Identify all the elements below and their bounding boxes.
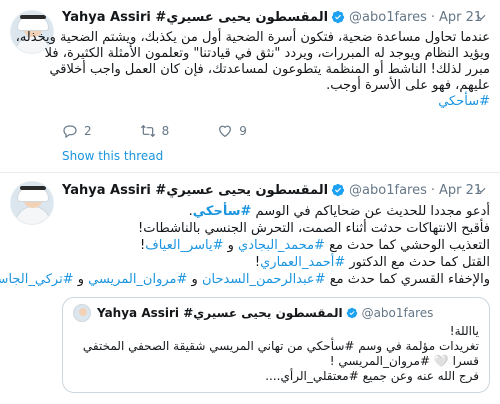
quoted-line: يااللة! (449, 324, 479, 338)
hashtag-link[interactable]: #مروان_المريسي (88, 272, 187, 287)
like-button[interactable]: 9 (217, 123, 247, 139)
like-icon (219, 125, 232, 138)
quoted-line: قسرا 🤍 #مروان_المريسي ! (329, 354, 479, 368)
separator-dot: · (430, 9, 436, 25)
hashtag-link[interactable]: #تركي_الجاسر (0, 272, 74, 287)
line-text: التعذيب الوحشي كما حدث مع (324, 238, 490, 253)
tweet-text: أدعو مجددا للحديث عن ضحاياكم في الوسم #س… (0, 203, 490, 288)
reply-count: 2 (84, 124, 92, 138)
hashtag-link[interactable]: #عبدالرحمن_السدحان (202, 272, 326, 287)
tweet-header: Yahya Assiri #المقسطون يحيى عسيري @abo1f… (62, 181, 482, 199)
avatar[interactable] (10, 181, 54, 225)
quoted-avatar (73, 304, 91, 322)
tweet-text: عندما تحاول مساعدة ضحية، فتكون أسرة الضح… (15, 30, 490, 110)
like-count: 9 (239, 124, 247, 138)
separator-dot: · (430, 182, 436, 198)
retweet-icon (140, 124, 155, 138)
line-text: والإخفاء القسري كما حدث مع (325, 272, 490, 287)
tweet-line: أدعو مجددا للحديث عن ضحاياكم في الوسم #س… (62, 203, 490, 220)
quoted-author-handle: @abo1fares (361, 306, 434, 320)
reply-button[interactable]: 2 (62, 123, 92, 139)
tweet-line: القتل كما حدث مع الدكتور #أحمد_العماري! (62, 254, 490, 271)
author-handle[interactable]: @abo1fares (349, 183, 427, 198)
caret-down-icon[interactable] (474, 10, 488, 24)
quoted-line: تغريدات مؤلمة في وسم #سأحكي من تهاني الم… (82, 339, 479, 353)
tweet-header: Yahya Assiri #المقسطون يحيى عسيري @abo1f… (62, 8, 482, 26)
verified-icon (331, 10, 345, 24)
author-name[interactable]: Yahya Assiri #المقسطون يحيى عسيري (62, 183, 328, 198)
verified-icon (331, 183, 345, 197)
tweet-1[interactable]: Yahya Assiri #المقسطون يحيى عسيري @abo1f… (0, 0, 500, 172)
quoted-author-name: Yahya Assiri #المقسطون يحيى عسيري (97, 306, 343, 320)
hashtag-link[interactable]: #سأحكي (62, 94, 490, 110)
tweet-line: عندما تحاول مساعدة ضحية، فتكون أسرة الضح… (15, 30, 490, 45)
tweet-2[interactable]: Yahya Assiri #المقسطون يحيى عسيري @abo1f… (0, 173, 500, 404)
author-handle[interactable]: @abo1fares (349, 10, 427, 25)
tweet-line: فأقبح الانتهاكات حدثت أثناء الصمت، التحر… (138, 221, 490, 236)
quoted-line: فرج الله عنه وعن جميع #معتقلي_الرأي.... (265, 369, 479, 383)
caret-down-icon[interactable] (474, 183, 488, 197)
quoted-tweet-header: Yahya Assiri #المقسطون يحيى عسيري @abo1f… (73, 304, 433, 322)
line-text: أدعو مجددا للحديث عن ضحاياكم في الوسم (251, 204, 490, 219)
connector: و (187, 272, 202, 287)
tweet-line: التعذيب الوحشي كما حدث مع #محمد_البجادي … (62, 237, 490, 254)
connector: و (223, 238, 239, 253)
hashtag-link[interactable]: #محمد_البجادي (238, 238, 325, 253)
tweet-line: ويؤيد النظام ويوجد له المبررات، ويردد "ن… (44, 46, 490, 61)
hashtag-link[interactable]: #ياسر_العياف (145, 238, 223, 253)
hashtag-link[interactable]: #أحمد_العماري (260, 255, 345, 270)
connector: و (73, 272, 89, 287)
reply-icon (63, 125, 77, 139)
show-thread-link[interactable]: Show this thread (62, 149, 163, 163)
retweet-count: 8 (161, 124, 170, 138)
tweet-actions: 2 8 9 (62, 122, 295, 140)
quoted-tweet[interactable]: Yahya Assiri #المقسطون يحيى عسيري @abo1f… (62, 297, 490, 393)
author-name[interactable]: Yahya Assiri #المقسطون يحيى عسيري (62, 10, 328, 25)
tweet-line: عليهم، فهو على الأسرة أوجب. (326, 78, 490, 93)
line-text: القتل كما حدث مع الدكتور (345, 255, 490, 270)
tweet-line: مبرر لذلك! الناشط أو المنظمة يتطوعون لمس… (49, 62, 490, 77)
verified-icon (346, 307, 357, 319)
retweet-button[interactable]: 8 (140, 123, 170, 139)
hashtag-link[interactable]: #سأحكي (193, 204, 252, 219)
tweet-line: والإخفاء القسري كما حدث مع #عبدالرحمن_ال… (0, 271, 490, 288)
quoted-tweet-text: يااللة! تغريدات مؤلمة في وسم #سأحكي من ت… (69, 324, 479, 384)
